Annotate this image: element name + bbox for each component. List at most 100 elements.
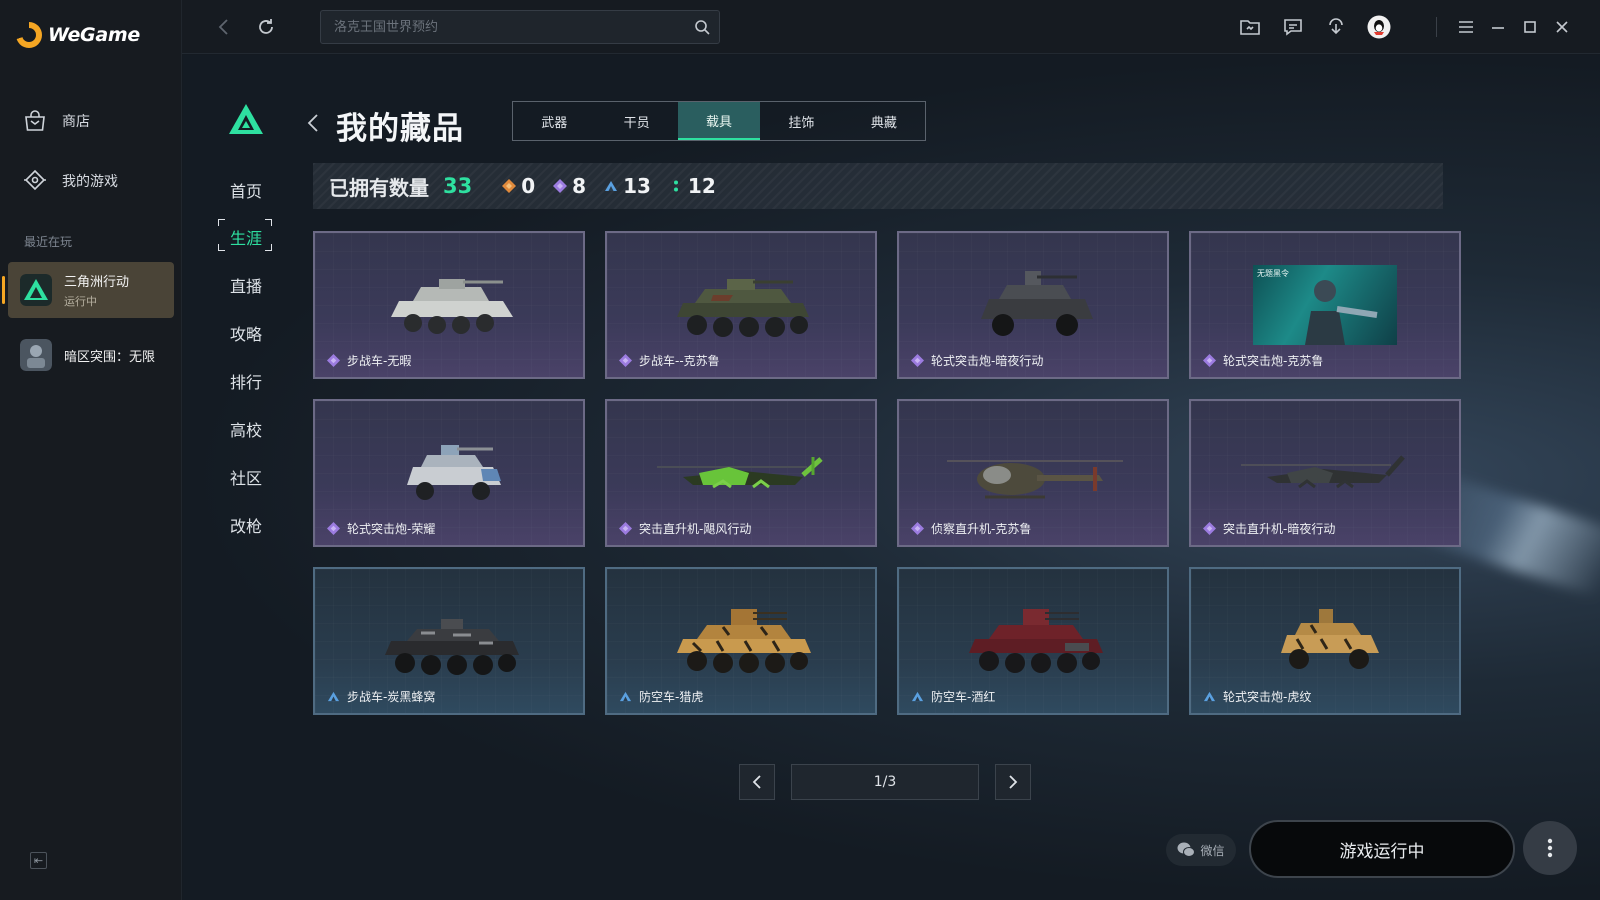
refresh-button[interactable] <box>253 14 279 40</box>
menu-button[interactable] <box>1453 14 1479 40</box>
prev-page-button[interactable] <box>739 764 775 800</box>
vehicle-name-text: 防空车-酒红 <box>931 690 996 704</box>
game-nav-live[interactable]: 直播 <box>219 273 273 297</box>
anti-air-vehicle-image <box>677 609 811 673</box>
vehicle-card[interactable]: 步战车--克苏鲁 <box>605 231 877 379</box>
top-bar <box>182 0 1600 54</box>
vehicle-name-text: 突击直升机-飓风行动 <box>639 522 752 536</box>
download-button[interactable] <box>1323 14 1349 40</box>
wegame-logo[interactable]: WeGame <box>16 22 140 48</box>
search-icon[interactable] <box>693 18 711 36</box>
vehicle-name: 防空车-猎虎 <box>619 688 703 705</box>
sidebar-item-label: 我的游戏 <box>62 174 118 190</box>
page-indicator: 1/3 <box>791 764 979 800</box>
vehicle-name: 步战车-无暇 <box>327 352 411 369</box>
vehicle-name: 突击直升机-飓风行动 <box>619 520 751 537</box>
search-input[interactable] <box>321 11 719 43</box>
tab-weapons[interactable]: 武器 <box>513 102 595 140</box>
close-icon <box>1556 21 1568 33</box>
game-running-button[interactable]: 游戏运行中 <box>1249 820 1515 878</box>
tab-pendants[interactable]: 挂饰 <box>760 102 842 140</box>
vehicle-name-text: 轮式突击炮-虎纹 <box>1223 690 1312 704</box>
vehicle-card[interactable]: 防空车-猎虎 <box>605 567 877 715</box>
tab-operators[interactable]: 干员 <box>595 102 677 140</box>
tab-collection[interactable]: 典藏 <box>843 102 925 140</box>
vehicle-card[interactable]: 防空车-酒红 <box>897 567 1169 715</box>
game-nav-career[interactable]: 生涯 <box>219 225 273 249</box>
wechat-button[interactable]: 微信 <box>1166 834 1236 866</box>
collapse-sidebar-button[interactable]: ⇤ <box>30 852 47 869</box>
vehicle-assault-gun-image <box>981 271 1093 336</box>
tab-vehicles[interactable]: 载具 <box>677 102 761 140</box>
game-nav-college[interactable]: 高校 <box>219 417 273 441</box>
game-nav-home[interactable]: 首页 <box>219 178 273 202</box>
anti-air-vehicle-image <box>969 609 1103 673</box>
minimize-button[interactable] <box>1485 14 1511 40</box>
sidebar-item-store[interactable]: 商店 <box>22 108 90 134</box>
rarity-count: 13 <box>623 174 651 198</box>
rarity-gold-count: 0 <box>502 174 535 198</box>
blue-triangle-icon <box>619 691 632 702</box>
game-nav-guides[interactable]: 攻略 <box>219 321 273 345</box>
owned-count-total: 33 <box>443 174 473 198</box>
delta-force-logo-icon[interactable] <box>228 103 264 135</box>
vehicle-grid: 步战车-无暇 步战车--克苏鲁 轮式突击炮-暗夜行动 无题黑令 轮式突击炮-克苏… <box>313 231 1461 715</box>
brand-name: WeGame <box>48 24 140 46</box>
user-avatar-button[interactable] <box>1366 14 1392 40</box>
game-nav-ranking[interactable]: 排行 <box>219 369 273 393</box>
vehicle-card[interactable]: 步战车-炭黑蜂窝 <box>313 567 585 715</box>
vehicle-ifv-image <box>391 279 513 334</box>
vehicle-card[interactable]: 轮式突击炮-虎纹 <box>1189 567 1461 715</box>
blue-triangle-icon <box>1203 691 1216 702</box>
vehicle-name-text: 步战车-无暇 <box>347 354 412 368</box>
wechat-label: 微信 <box>1200 843 1225 858</box>
arena-breakout-game-icon <box>20 339 52 371</box>
more-options-button[interactable] <box>1523 821 1577 875</box>
vehicle-name-text: 轮式突击炮-暗夜行动 <box>931 354 1044 368</box>
vehicle-card[interactable]: 突击直升机-飓风行动 <box>605 399 877 547</box>
vehicle-card[interactable]: 突击直升机-暗夜行动 <box>1189 399 1461 547</box>
sidebar-item-label: 商店 <box>62 114 90 130</box>
rarity-green-count: 12 <box>669 174 716 198</box>
vehicle-card[interactable]: 轮式突击炮-暗夜行动 <box>897 231 1169 379</box>
purple-diamond-icon <box>619 522 632 535</box>
vehicle-name: 轮式突击炮-克苏鲁 <box>1203 352 1323 369</box>
back-button[interactable] <box>210 14 236 40</box>
vehicle-name: 轮式突击炮-虎纹 <box>1203 688 1311 705</box>
message-button[interactable] <box>1280 14 1306 40</box>
game-nav-community[interactable]: 社区 <box>219 465 273 489</box>
game-nav-gunsmith[interactable]: 改枪 <box>219 513 273 537</box>
purple-diamond-icon <box>911 354 924 367</box>
folder-icon <box>1240 20 1260 35</box>
gold-diamond-icon <box>502 179 517 193</box>
maximize-button[interactable] <box>1517 14 1543 40</box>
search-box <box>320 10 720 44</box>
next-page-button[interactable] <box>995 764 1031 800</box>
rarity-count: 0 <box>521 174 536 198</box>
rarity-count: 12 <box>687 174 716 198</box>
sidebar-item-my-games[interactable]: 我的游戏 <box>22 168 118 194</box>
vehicle-card[interactable]: 侦察直升机-克苏鲁 <box>897 399 1169 547</box>
purple-diamond-icon <box>327 522 340 535</box>
back-arrow-icon <box>218 19 228 35</box>
vehicle-card[interactable]: 轮式突击炮-荣耀 <box>313 399 585 547</box>
folder-button[interactable] <box>1237 14 1263 40</box>
recent-game-arena-breakout[interactable]: 暗区突围：无限 <box>8 327 174 383</box>
vehicle-name: 步战车-炭黑蜂窝 <box>327 688 435 705</box>
wegame-logo-icon <box>16 22 42 48</box>
recent-game-delta-force[interactable]: 三角洲行动 运行中 <box>2 262 174 318</box>
close-button[interactable] <box>1549 14 1575 40</box>
purple-diamond-icon <box>327 354 340 367</box>
vehicle-card[interactable]: 无题黑令 轮式突击炮-克苏鲁 <box>1189 231 1461 379</box>
vehicle-name: 步战车--克苏鲁 <box>619 352 720 369</box>
skin-poster-image: 无题黑令 <box>1253 265 1397 345</box>
vehicle-card[interactable]: 步战车-无暇 <box>313 231 585 379</box>
page-title: 我的藏品 <box>336 111 464 147</box>
vehicle-name-text: 轮式突击炮-克苏鲁 <box>1223 354 1324 368</box>
game-title: 暗区突围：无限 <box>64 349 156 365</box>
page-back-icon[interactable] <box>306 113 320 133</box>
pagination: 1/3 <box>739 764 1031 800</box>
shopping-bag-icon <box>25 110 45 131</box>
refresh-icon <box>259 19 273 34</box>
rarity-count: 8 <box>572 174 587 198</box>
